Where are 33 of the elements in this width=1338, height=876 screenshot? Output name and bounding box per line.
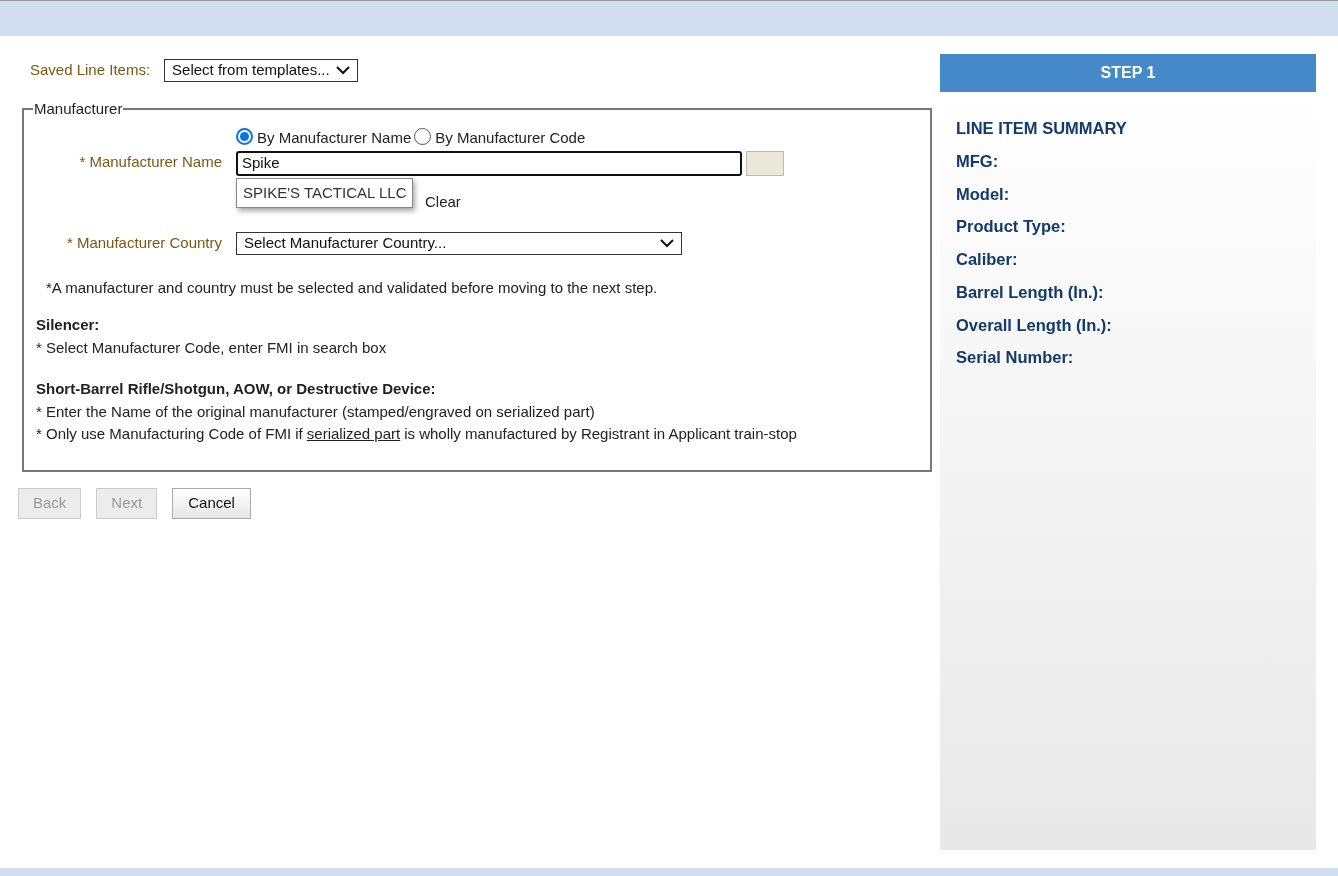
summary-field-label: Overall Length (In.): <box>956 314 1113 336</box>
summary-field-label: Product Type: <box>956 216 1067 238</box>
summary-field-label: Serial Number: <box>956 347 1075 369</box>
silencer-note: * Select Manufacturer Code, enter FMI in search box <box>36 337 388 358</box>
radio-button[interactable] <box>236 128 253 145</box>
radio-label: By Manufacturer Code <box>435 128 586 149</box>
country-select[interactable]: Select Manufacturer Country... <box>236 231 682 255</box>
chevron-down-icon <box>660 238 674 248</box>
summary-field-label: Barrel Length (In.): <box>956 281 1105 303</box>
autocomplete-suggestion[interactable]: SPIKE'S TACTICAL LLC <box>236 177 414 208</box>
serialized-part-link[interactable]: serialized part <box>306 423 401 446</box>
step-banner: STEP 1 <box>940 54 1316 92</box>
manufacturer-name-label: * Manufacturer Name <box>79 151 222 172</box>
clear-link[interactable]: Clear <box>425 190 461 213</box>
sbr-note: is wholly manufactured by Registrant in Applicant train-stop <box>404 424 797 444</box>
radio-label: By Manufacturer Name <box>257 128 412 149</box>
sbr-note: * Only use Manufacturing Code of FMI if <box>36 424 303 444</box>
summary-title: LINE ITEM SUMMARY <box>956 118 1128 139</box>
manufacturer-name-input[interactable]: Spike <box>236 150 742 176</box>
manufacturer-legend: Manufacturer <box>33 98 124 121</box>
sbr-heading: Short-Barrel Rifle/Shotgun, AOW, or Destructive Device: <box>36 379 437 399</box>
manufacturer-country-label: * Manufacturer Country <box>66 232 222 253</box>
sbr-note: * Enter the Name of the original manufacturer (stamped/engraved on serialized part) <box>36 401 596 422</box>
summary-field-label: Caliber: <box>956 249 1019 270</box>
chevron-down-icon <box>335 66 350 75</box>
radio-button[interactable] <box>414 128 432 145</box>
silencer-heading: Silencer: <box>36 315 101 335</box>
form-button[interactable]: Cancel <box>172 487 251 519</box>
saved-line-items-label: Saved Line Items: <box>30 60 151 81</box>
templates-select[interactable]: Select from templates... <box>164 59 358 82</box>
validation-notice: *A manufacturer and country must be selected and validated before moving to the next step. <box>46 277 659 298</box>
summary-field-label: MFG: <box>956 150 1000 172</box>
summary-field-label: Model: <box>956 183 1011 205</box>
